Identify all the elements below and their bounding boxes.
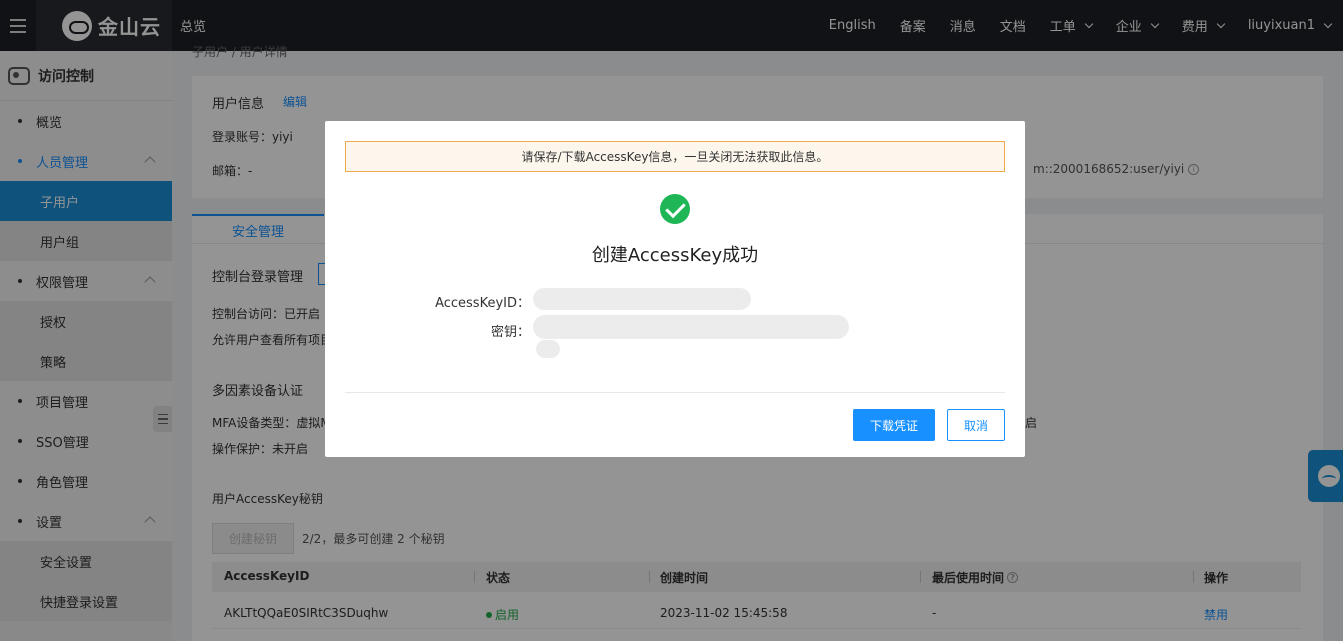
accesskeyid-value-redacted xyxy=(533,288,751,310)
download-credential-button[interactable]: 下载凭证 xyxy=(853,409,935,441)
secret-value-redacted xyxy=(533,315,849,339)
success-check-icon xyxy=(660,194,690,224)
warning-banner: 请保存/下载AccessKey信息，一旦关闭无法获取此信息。 xyxy=(345,141,1005,172)
dialog-title: 创建AccessKey成功 xyxy=(591,245,759,266)
create-accesskey-dialog: 请保存/下载AccessKey信息，一旦关闭无法获取此信息。 创建AccessK… xyxy=(325,121,1025,457)
secret-value-redacted-2 xyxy=(536,340,560,358)
dialog-divider xyxy=(345,392,1005,393)
secret-label: 密钥： xyxy=(490,325,530,340)
accesskeyid-label: AccessKeyID： xyxy=(435,296,530,311)
cancel-button[interactable]: 取消 xyxy=(947,409,1005,441)
